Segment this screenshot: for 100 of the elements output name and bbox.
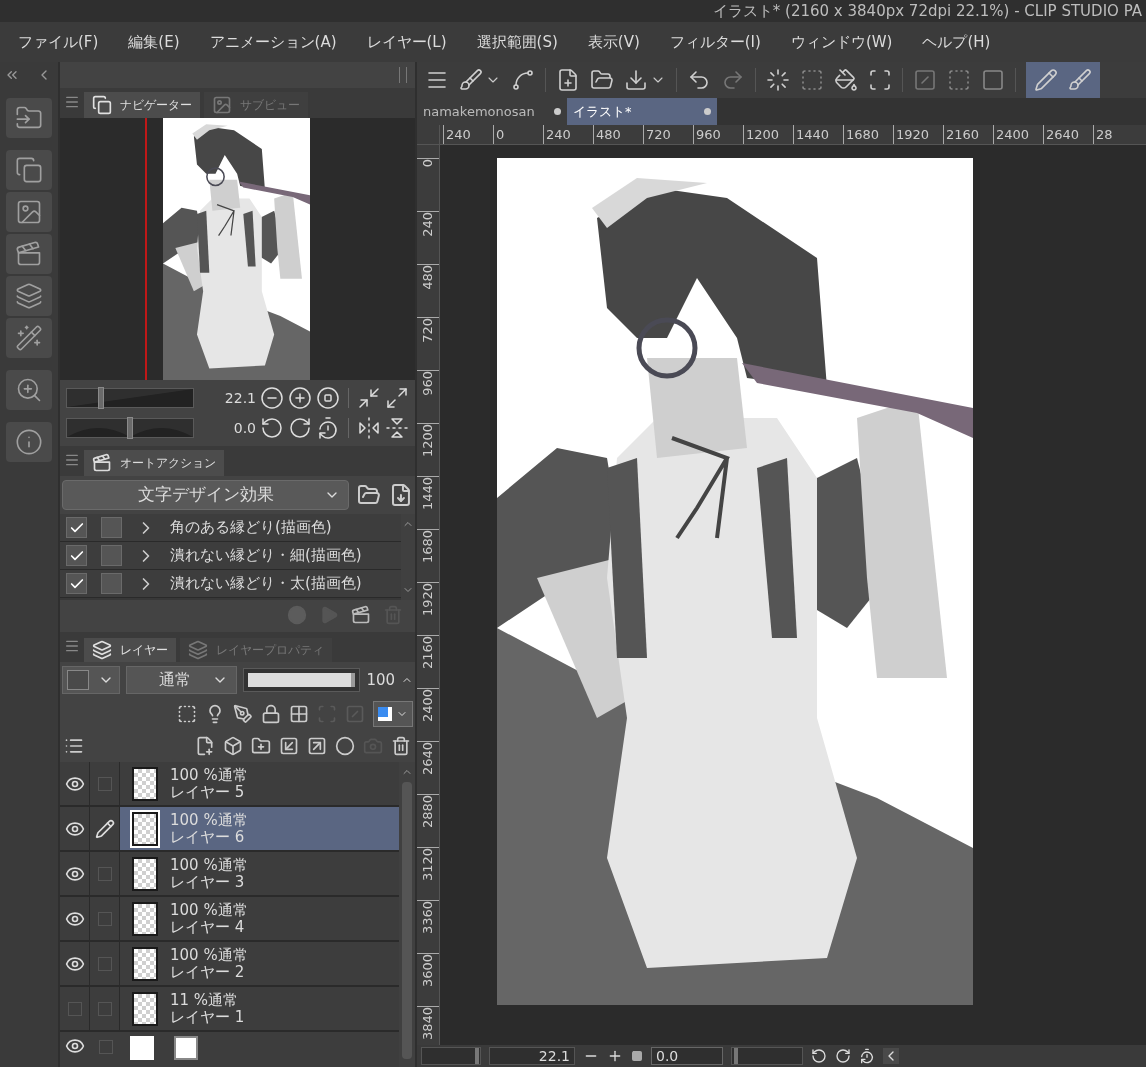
zoom-in-icon[interactable] xyxy=(288,386,312,410)
dock-button[interactable] xyxy=(6,370,52,410)
slider-thumb[interactable] xyxy=(98,387,104,409)
slider-thumb[interactable] xyxy=(475,1048,480,1064)
menu-item[interactable]: フィルター(I) xyxy=(669,30,761,54)
flip-vertical-icon[interactable] xyxy=(385,416,409,440)
dialog-checkbox[interactable] xyxy=(101,573,122,594)
new-file-icon[interactable] xyxy=(556,68,580,92)
undo-icon[interactable] xyxy=(687,68,711,92)
collapse-icon[interactable] xyxy=(883,1048,899,1064)
rotate-right-icon[interactable] xyxy=(835,1048,851,1064)
grip-icon[interactable] xyxy=(399,67,407,83)
rotation-field[interactable]: 0.0 xyxy=(651,1047,723,1065)
action-set-dropdown[interactable]: 文字デザイン効果 xyxy=(62,480,350,510)
new-3d-layer-icon[interactable] xyxy=(223,736,243,756)
brush-icon[interactable] xyxy=(459,68,483,92)
folder-icon[interactable] xyxy=(357,483,382,507)
rotate-left-icon[interactable] xyxy=(811,1048,827,1064)
dialog-checkbox[interactable] xyxy=(101,545,122,566)
slider-thumb[interactable] xyxy=(127,417,133,439)
fill-icon[interactable] xyxy=(834,68,858,92)
lock-icon[interactable] xyxy=(261,704,281,724)
edit-checkbox[interactable] xyxy=(97,911,112,926)
panel-menu-icon[interactable] xyxy=(64,452,80,468)
redo-icon[interactable] xyxy=(721,68,745,92)
eye-icon[interactable] xyxy=(65,1036,85,1056)
pencil-icon[interactable] xyxy=(1034,68,1058,92)
layer-row[interactable]: 100 %通常 レイヤー 6 xyxy=(60,807,399,852)
action-row[interactable]: 角のある縁どり(描画色) xyxy=(60,514,401,542)
action-row[interactable]: 潰れない縁どり・細(描画色) xyxy=(60,542,401,570)
edit-checkbox[interactable] xyxy=(97,1001,112,1016)
shrink-icon[interactable] xyxy=(357,386,381,410)
menu-item[interactable]: レイヤー(L) xyxy=(366,30,447,54)
slider-thumb[interactable] xyxy=(733,1048,738,1064)
layer-row[interactable]: 100 %通常 レイヤー 5 xyxy=(60,762,399,807)
dock-button[interactable] xyxy=(6,234,52,274)
dock-button[interactable] xyxy=(6,318,52,358)
checkbox[interactable] xyxy=(66,545,87,566)
dock-button[interactable] xyxy=(6,150,52,190)
slider-track[interactable] xyxy=(66,388,194,408)
color-dropdown[interactable] xyxy=(62,666,120,694)
scrollbar[interactable] xyxy=(399,762,415,1067)
edit-checkbox[interactable] xyxy=(97,866,112,881)
panel-menu-icon[interactable] xyxy=(64,94,80,110)
slider-track[interactable] xyxy=(66,418,194,438)
zoom-field[interactable]: 22.1 xyxy=(489,1047,575,1065)
panel-menu-icon[interactable] xyxy=(64,638,80,654)
flip-horizontal-icon[interactable] xyxy=(357,416,381,440)
document-tab[interactable]: イラスト* xyxy=(567,98,717,125)
reset-rotation-icon[interactable] xyxy=(316,416,340,440)
reset-rotation-icon[interactable] xyxy=(859,1048,875,1064)
pencil-icon[interactable] xyxy=(94,818,115,839)
panel-tab[interactable]: オートアクション xyxy=(84,450,224,476)
square-icon[interactable] xyxy=(981,68,1005,92)
open-folder-icon[interactable] xyxy=(590,68,614,92)
layer-row[interactable]: 100 %通常 レイヤー 2 xyxy=(60,942,399,987)
dialog-checkbox[interactable] xyxy=(101,517,122,538)
edit-checkbox[interactable] xyxy=(97,776,112,791)
dock-button[interactable] xyxy=(6,192,52,232)
visibility-checkbox[interactable] xyxy=(67,1001,82,1016)
layer-row[interactable]: 100 %通常 レイヤー 4 xyxy=(60,897,399,942)
brush-icon[interactable] xyxy=(1068,68,1092,92)
document-tab[interactable]: namakemonosan xyxy=(417,98,567,125)
dock-button[interactable] xyxy=(6,276,52,316)
dashed-square-icon[interactable] xyxy=(800,68,824,92)
new-layer-icon[interactable] xyxy=(195,736,215,756)
new-folder-icon[interactable] xyxy=(251,736,271,756)
menu-item[interactable]: ヘルプ(H) xyxy=(922,30,991,54)
rotate-left-icon[interactable] xyxy=(260,416,284,440)
zoom-out-icon[interactable] xyxy=(260,386,284,410)
fit-icon[interactable] xyxy=(631,1050,643,1062)
menu-item[interactable]: ウィンドウ(W) xyxy=(790,30,893,54)
dock-button[interactable] xyxy=(6,422,52,462)
menu-item[interactable]: ファイル(F) xyxy=(18,30,99,54)
edit-checkbox[interactable] xyxy=(99,1040,113,1054)
checkbox[interactable] xyxy=(66,573,87,594)
zoom-slider[interactable] xyxy=(421,1047,481,1065)
rotate-right-icon[interactable] xyxy=(288,416,312,440)
layer-color-dropdown[interactable] xyxy=(373,701,413,727)
menu-item[interactable]: 選択範囲(S) xyxy=(476,30,558,54)
panel-tab[interactable]: レイヤー xyxy=(84,638,176,662)
action-row[interactable]: 潰れない縁どり・太(描画色) xyxy=(60,570,401,598)
rotation-slider[interactable] xyxy=(731,1047,803,1065)
blend-mode-dropdown[interactable]: 通常 xyxy=(125,666,238,694)
opacity-track[interactable] xyxy=(243,668,361,692)
loading-icon[interactable] xyxy=(766,68,790,92)
transfer-down-icon[interactable] xyxy=(279,736,299,756)
zoom-in-icon[interactable] xyxy=(607,1048,623,1064)
expand-icon[interactable] xyxy=(385,386,409,410)
menu-item[interactable]: 表示(V) xyxy=(587,30,640,54)
layer-row[interactable]: 100 %通常 レイヤー 3 xyxy=(60,852,399,897)
edit-checkbox[interactable] xyxy=(97,956,112,971)
save-icon[interactable] xyxy=(624,68,648,92)
layer-row[interactable]: 11 %通常 レイヤー 1 xyxy=(60,987,399,1032)
import-icon[interactable] xyxy=(389,483,413,507)
trash-icon[interactable] xyxy=(391,736,411,756)
menu-item[interactable]: 編集(E) xyxy=(128,30,180,54)
dock-button[interactable] xyxy=(6,98,52,138)
list-icon[interactable] xyxy=(64,736,84,756)
checkbox[interactable] xyxy=(66,517,87,538)
